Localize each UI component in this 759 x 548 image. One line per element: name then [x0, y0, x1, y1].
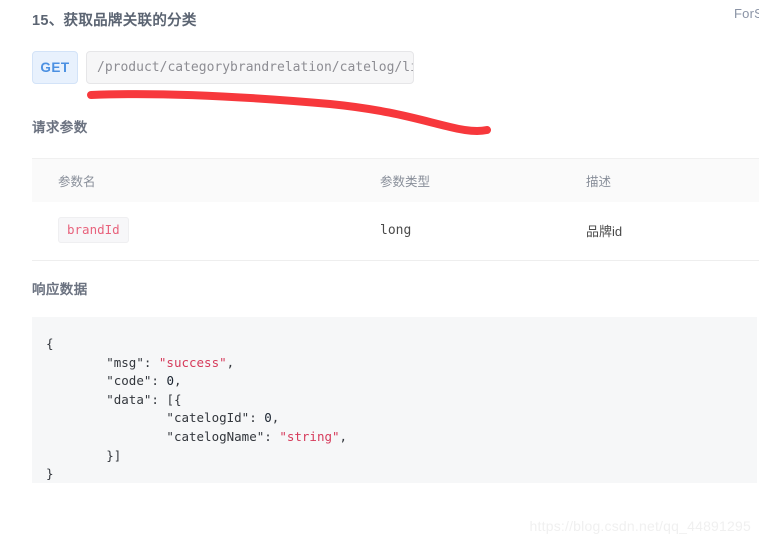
param-name-chip: brandId	[58, 217, 129, 243]
watermark: https://blog.csdn.net/qq_44891295	[529, 518, 751, 534]
json-token-punct: ,	[271, 410, 280, 426]
table-header-row: 参数名 参数类型 描述	[32, 158, 759, 202]
response-json-code: { "msg": "success", "code": 0, "data": […	[46, 335, 757, 483]
json-token-key: "catelogName":	[166, 428, 280, 444]
response-json-panel: { "msg": "success", "code": 0, "data": […	[32, 317, 757, 483]
json-token-num: 0	[264, 410, 272, 426]
json-token-punct: }	[46, 466, 54, 482]
column-header-param-name: 参数名	[32, 158, 354, 202]
request-params-heading: 请求参数	[32, 120, 88, 135]
http-method-badge: GET	[32, 51, 78, 84]
json-token-str: "string"	[279, 428, 340, 444]
cell-param-name: brandId	[32, 202, 354, 261]
table-body: brandId long 品牌id	[32, 202, 759, 261]
json-token-punct: [{	[166, 391, 182, 407]
json-token-punct: }]	[106, 447, 122, 463]
cell-param-description: 品牌id	[560, 202, 759, 261]
json-token-key: "msg":	[106, 354, 159, 370]
corner-label: ForS	[734, 6, 759, 21]
json-token-num: 0	[166, 373, 174, 389]
json-token-punct: ,	[339, 428, 348, 444]
json-token-key: "code":	[106, 373, 167, 389]
endpoint-path-field[interactable]: /product/categorybrandrelation/catelog/l…	[86, 51, 414, 84]
request-params-table: 参数名 参数类型 描述 brandId long 品牌id	[32, 158, 759, 261]
json-token-key: "catelogId":	[166, 410, 265, 426]
column-header-param-type: 参数类型	[354, 158, 560, 202]
response-data-heading: 响应数据	[32, 282, 88, 297]
json-token-punct: {	[46, 336, 54, 351]
table-row: brandId long 品牌id	[32, 202, 759, 261]
column-header-description: 描述	[560, 158, 759, 202]
endpoint-row: GET /product/categorybrandrelation/catel…	[32, 51, 414, 84]
page-title: 15、获取品牌关联的分类	[32, 13, 197, 29]
json-token-punct: ,	[226, 354, 235, 370]
json-token-key: "data":	[106, 391, 167, 407]
json-token-str: "success"	[158, 354, 227, 370]
json-token-punct: ,	[173, 373, 182, 389]
cell-param-type: long	[354, 202, 560, 261]
